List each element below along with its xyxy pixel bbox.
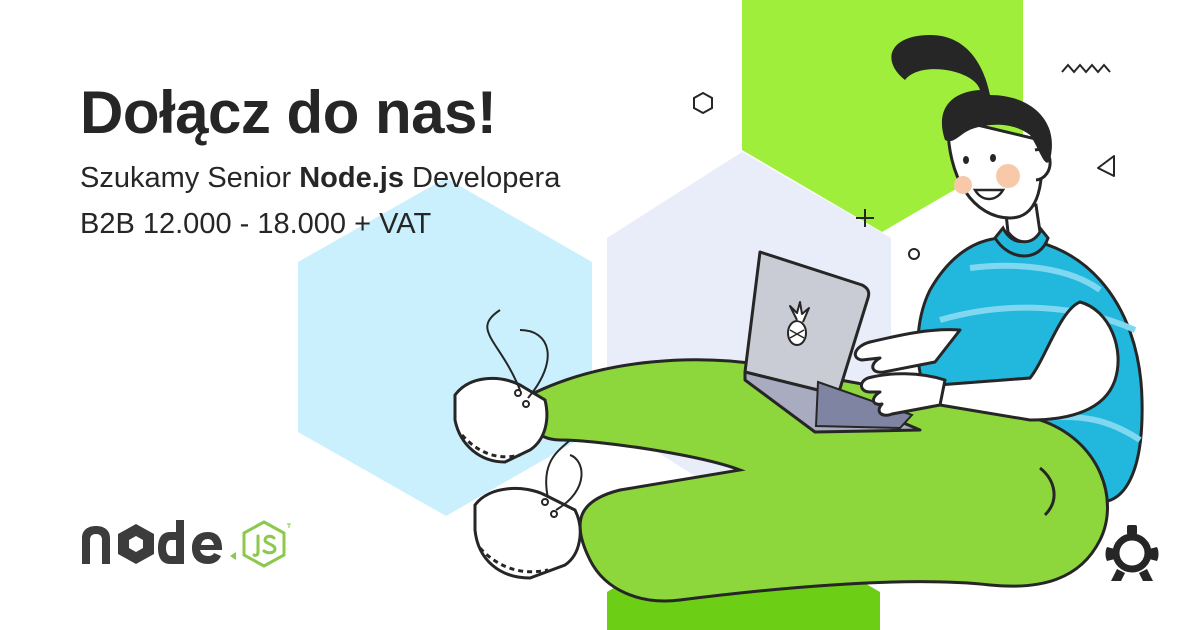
subheading-prefix: Szukamy Senior [80,162,300,194]
eye-left [963,156,969,164]
cheek-left [954,176,972,194]
eye-right [990,154,996,162]
doodle-hexagon [693,91,713,115]
doodle-circle [908,248,920,260]
cheek-right [996,164,1020,188]
page-title: Dołącz do nas! [80,79,497,146]
subheading-highlight: Node.js [299,162,404,194]
job-subheading: Szukamy Senior Node.js Developera [80,160,560,196]
doodle-zigzag [1061,63,1111,74]
robot-head-icon [1105,525,1159,581]
node-js-logo [82,520,291,568]
salary-range: B2B 12.000 - 18.000 + VAT [80,208,432,240]
subheading-suffix: Developera [403,162,561,194]
doodle-triangle [1097,155,1115,177]
